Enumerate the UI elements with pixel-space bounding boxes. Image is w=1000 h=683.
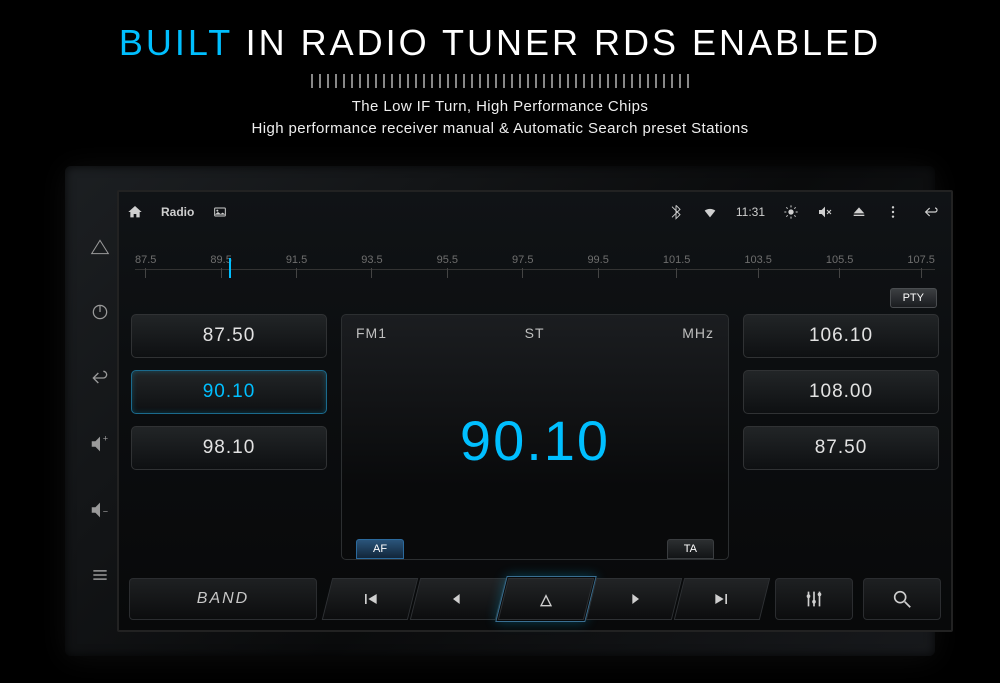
tick-label: 103.5 [744,254,772,266]
physical-button-strip: + − [83,190,117,632]
next-track-button[interactable] [674,578,770,620]
scan-up-button[interactable] [498,578,594,620]
stereo-indicator: ST [525,325,545,341]
eq-button[interactable] [775,578,853,620]
mute-icon[interactable] [817,204,833,220]
tick-label: 107.5 [907,254,935,266]
head-unit: + − Radio 11:31 [65,166,935,656]
tuner-display: FM1 ST MHz 90.10 AF TA [341,314,729,560]
ta-button[interactable]: TA [667,539,714,559]
prev-track-button[interactable] [322,578,418,620]
preset-column-left: 87.50 90.10 98.10 [131,314,327,560]
overflow-icon[interactable] [885,204,901,220]
volume-up-button[interactable]: + [83,427,117,461]
search-button[interactable] [863,578,941,620]
tick-label: 91.5 [286,254,307,266]
title-divider [120,72,880,90]
home-icon[interactable] [127,204,143,220]
current-frequency: 90.10 [356,341,714,539]
frequency-dial[interactable]: 87.5 89.5 91.5 93.5 95.5 97.5 99.5 101.5… [127,232,943,278]
app-label: Radio [161,205,194,219]
subtitle-1: The Low IF Turn, High Performance Chips [0,96,1000,118]
unit-label: MHz [682,325,714,341]
volume-down-button[interactable]: − [83,493,117,527]
tick-label: 95.5 [437,254,458,266]
tick-label: 93.5 [361,254,382,266]
preset-2[interactable]: 90.10 [131,370,327,414]
control-bar: BAND [127,570,943,628]
eject-icon[interactable] [851,204,867,220]
tick-label: 105.5 [826,254,854,266]
wifi-icon[interactable] [702,204,718,220]
preset-6[interactable]: 87.50 [743,426,939,470]
preset-3[interactable]: 98.10 [131,426,327,470]
svg-text:−: − [103,506,108,516]
dial-marker [229,258,231,278]
page-title: BUILT IN RADIO TUNER RDS ENABLED [0,22,1000,64]
brightness-icon[interactable] [783,204,799,220]
title-accent: BUILT [119,22,233,63]
svg-text:+: + [103,433,108,443]
band-indicator: FM1 [356,325,387,341]
clock: 11:31 [736,205,765,219]
tick-label: 97.5 [512,254,533,266]
preset-5[interactable]: 108.00 [743,370,939,414]
seek-down-button[interactable] [410,578,506,620]
statusbar: Radio 11:31 [127,198,943,226]
back-icon[interactable] [919,204,943,220]
menu-button[interactable] [83,558,117,592]
triangle-button[interactable] [83,230,117,264]
title-rest: IN RADIO TUNER RDS ENABLED [233,22,881,63]
screenshot-icon[interactable] [212,204,228,220]
preset-1[interactable]: 87.50 [131,314,327,358]
back-arrow-button[interactable] [83,361,117,395]
preset-column-right: 106.10 108.00 87.50 [743,314,939,560]
tick-label: 101.5 [663,254,691,266]
bluetooth-icon[interactable] [668,204,684,220]
hero: BUILT IN RADIO TUNER RDS ENABLED The Low… [0,0,1000,140]
power-button[interactable] [83,295,117,329]
seek-up-button[interactable] [586,578,682,620]
preset-4[interactable]: 106.10 [743,314,939,358]
af-button[interactable]: AF [356,539,404,559]
pty-button[interactable]: PTY [890,288,937,308]
main-panel: 87.50 90.10 98.10 FM1 ST MHz 90.10 AF TA… [127,314,943,560]
tick-label: 99.5 [587,254,608,266]
subtitle-2: High performance receiver manual & Autom… [0,118,1000,140]
touchscreen: Radio 11:31 [117,190,953,632]
tick-label: 87.5 [135,254,156,266]
transport-controls [327,578,765,620]
band-button[interactable]: BAND [129,578,317,620]
